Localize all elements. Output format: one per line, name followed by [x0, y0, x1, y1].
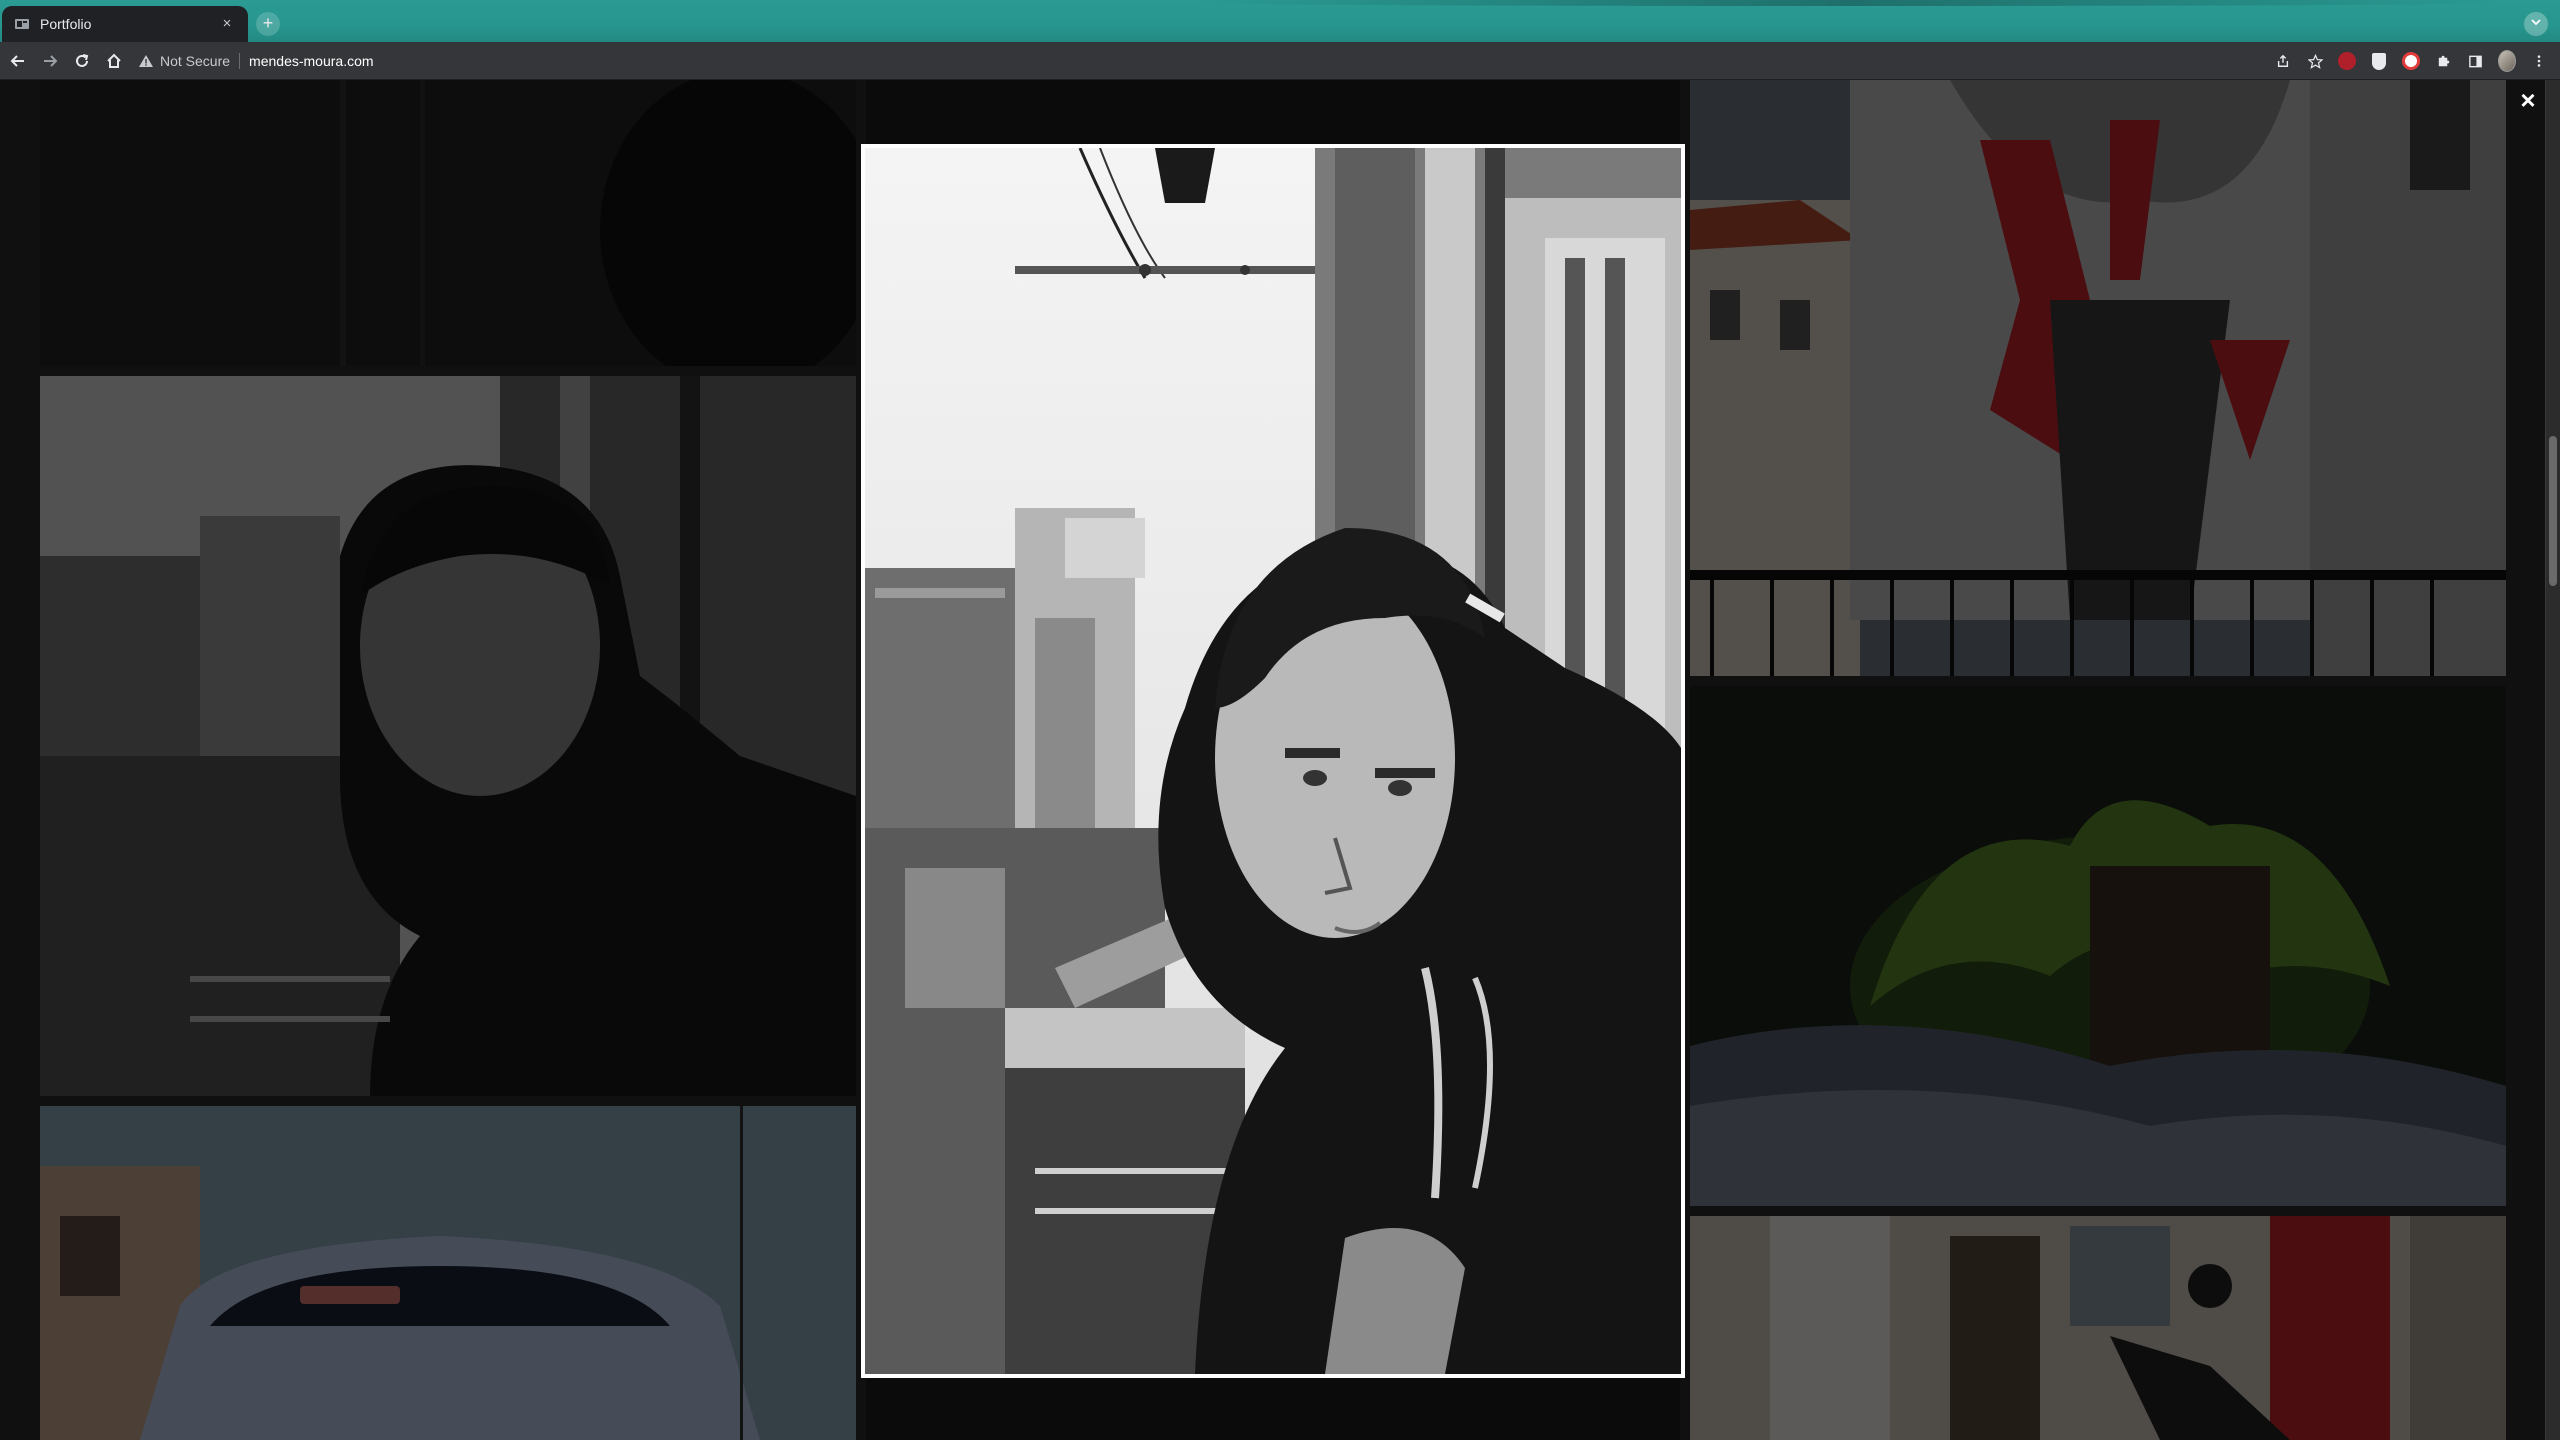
kebab-menu-icon[interactable] [2530, 52, 2548, 70]
lightbox-frame [861, 144, 1685, 1378]
close-tab-icon[interactable]: × [218, 15, 236, 33]
puzzle-icon[interactable] [2434, 52, 2452, 70]
warning-triangle-icon [139, 54, 153, 67]
extension-adblock-icon[interactable] [2338, 52, 2356, 70]
tab-portfolio[interactable]: Portfolio × [2, 6, 248, 42]
share-icon[interactable] [2274, 52, 2292, 70]
arrow-forward-icon[interactable] [36, 47, 64, 75]
security-label[interactable]: Not Secure [160, 53, 230, 69]
tab-search-chevron-icon[interactable] [2524, 12, 2548, 36]
omnibox-divider [239, 52, 241, 69]
lightbox-close-icon[interactable]: × [2516, 87, 2540, 113]
toolbar-actions [2274, 47, 2548, 75]
new-tab-button[interactable]: + [256, 12, 280, 36]
tabstrip-wave-decoration [1200, 0, 2500, 6]
extension-ring-icon[interactable] [2402, 52, 2420, 70]
reload-icon[interactable] [68, 47, 96, 75]
scrollbar-thumb[interactable] [2549, 436, 2557, 586]
url-text[interactable]: mendes-moura.com [249, 53, 374, 69]
tab-strip: Portfolio × + [0, 0, 2560, 42]
profile-avatar[interactable] [2498, 50, 2516, 72]
portfolio-favicon-icon [14, 16, 30, 32]
portfolio-page: × [0, 80, 2560, 1440]
browser-toolbar: Not Secure mendes-moura.com [0, 42, 2560, 80]
lightbox-photo-portrait[interactable] [865, 148, 1681, 1374]
extension-shield-icon[interactable] [2370, 52, 2388, 70]
star-icon[interactable] [2306, 52, 2324, 70]
arrow-back-icon[interactable] [4, 47, 32, 75]
tab-title: Portfolio [40, 16, 92, 32]
address-bar[interactable]: Not Secure mendes-moura.com [138, 46, 374, 76]
sidepanel-icon[interactable] [2466, 52, 2484, 70]
page-scrollbar[interactable] [2545, 80, 2560, 1440]
home-icon[interactable] [100, 47, 128, 75]
